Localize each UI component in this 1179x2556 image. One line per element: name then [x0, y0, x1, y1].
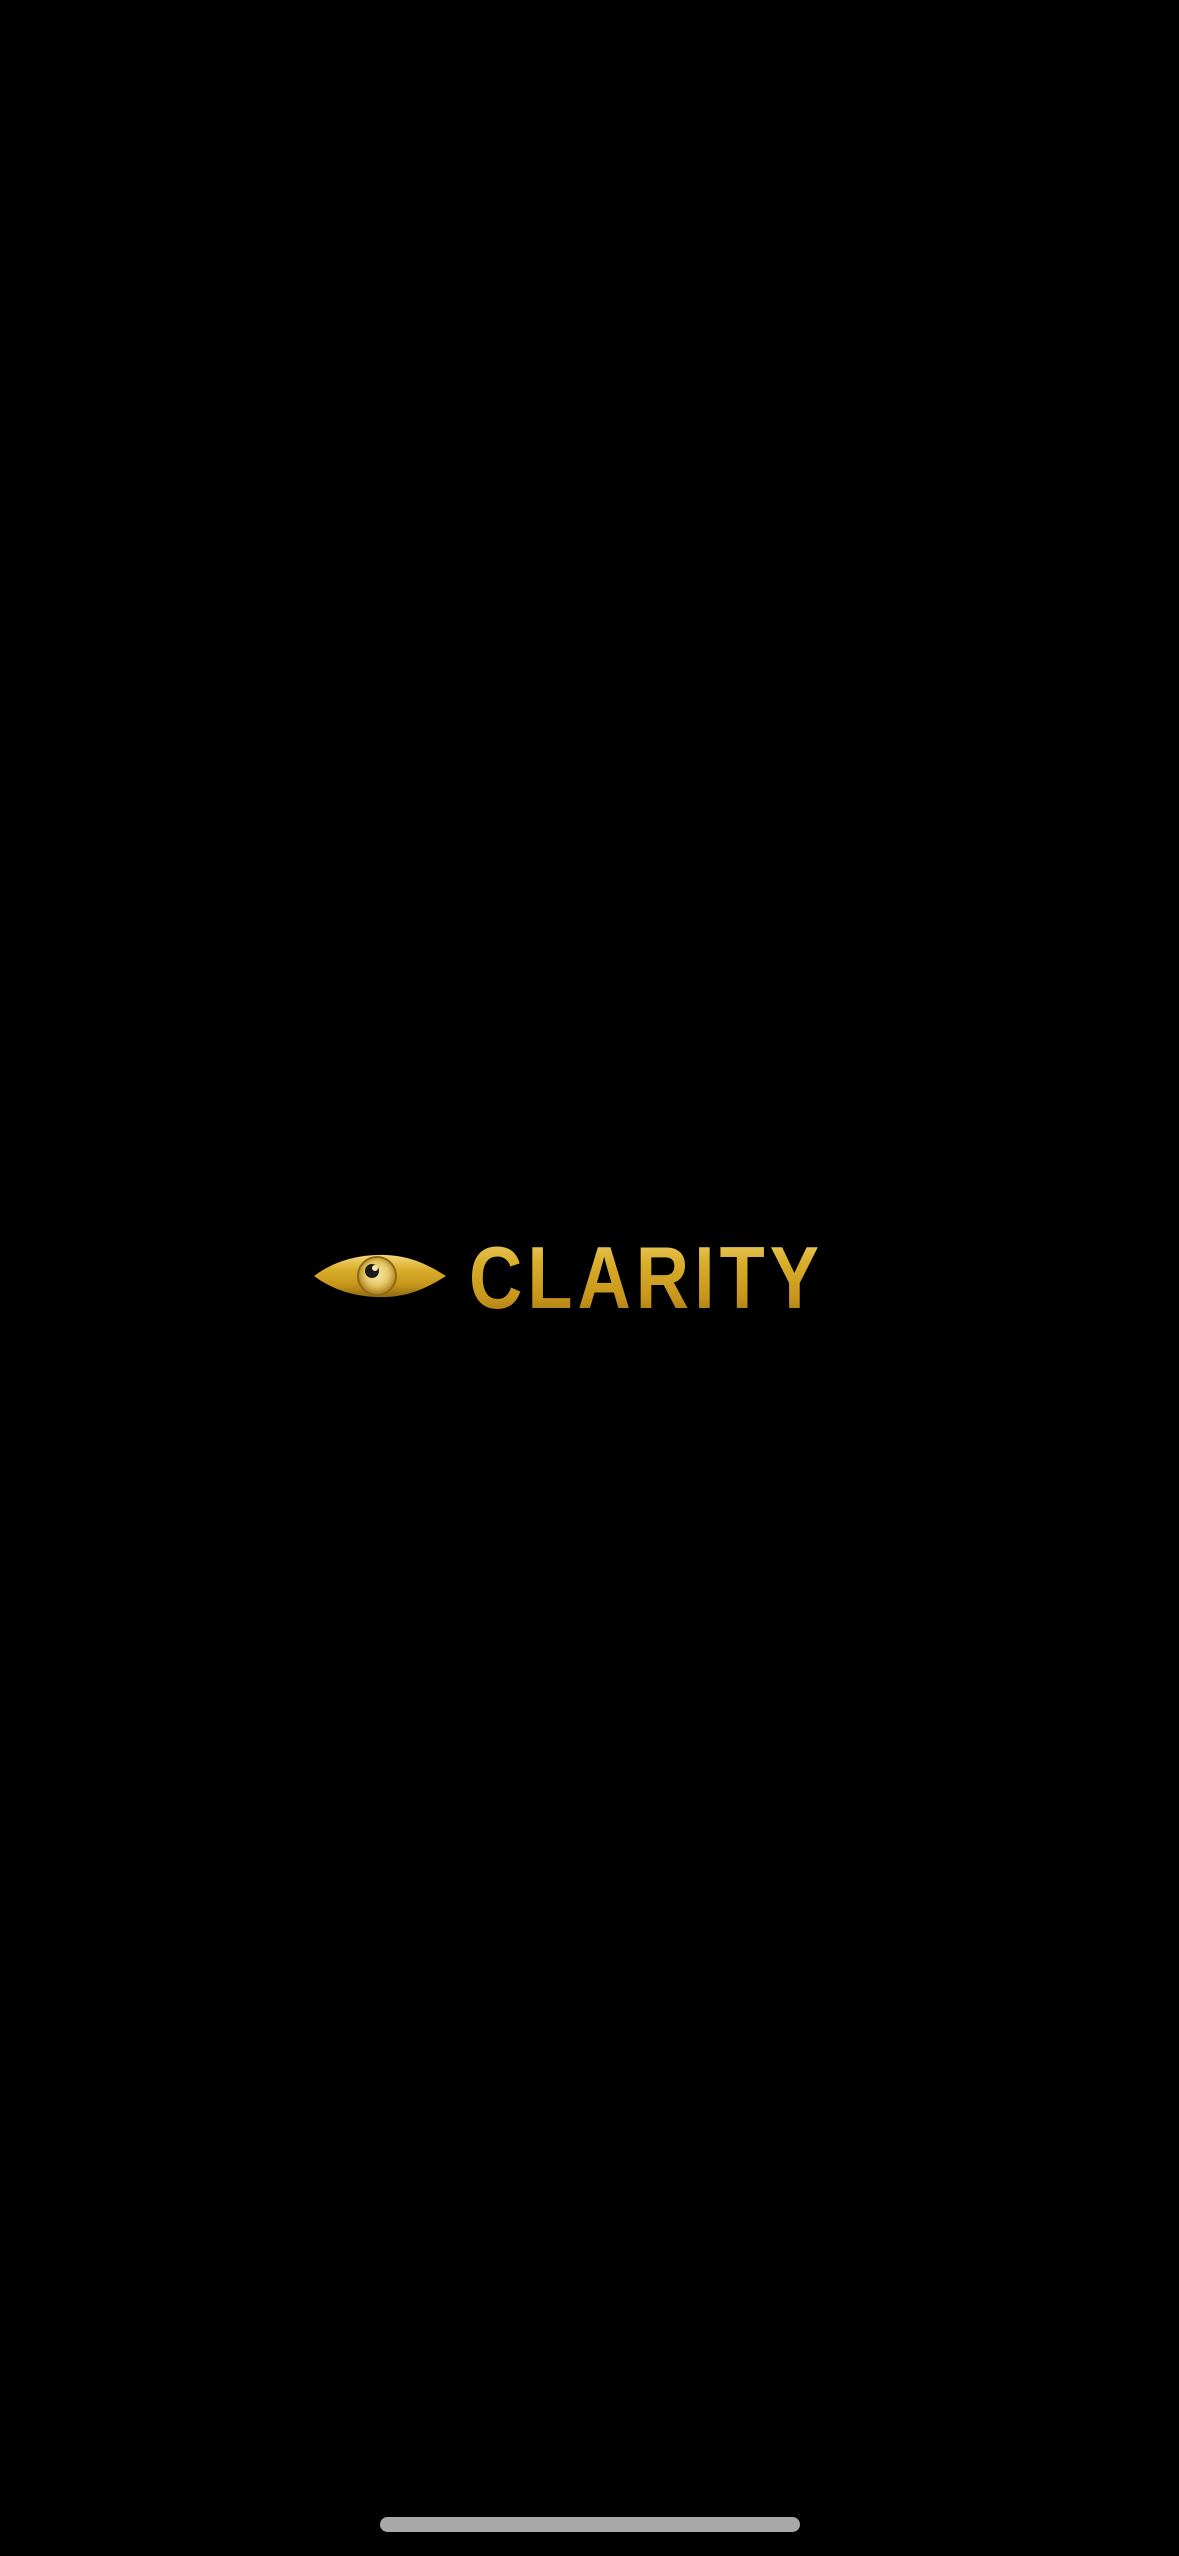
clarity-logo: CLARITY: [314, 1222, 830, 1322]
eye-icon: [314, 1254, 446, 1298]
home-indicator[interactable]: [380, 2517, 800, 2532]
splash-screen: CLARITY: [0, 0, 1179, 2556]
brand-wordmark: CLARITY: [469, 1228, 824, 1322]
